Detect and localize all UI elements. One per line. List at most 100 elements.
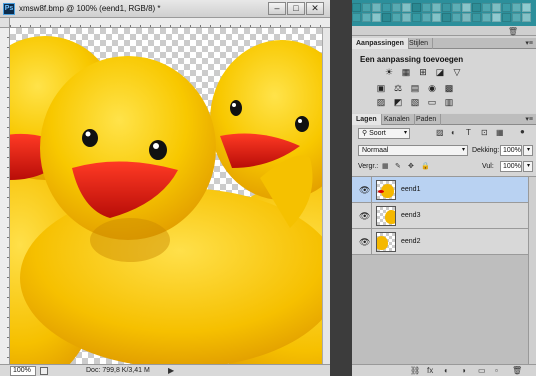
delete-layer-icon[interactable]: 🗑 xyxy=(512,366,522,375)
layer-row-eend2[interactable]: 👁 eend2 xyxy=(352,229,528,255)
layers-scrollbar[interactable] xyxy=(528,177,536,364)
opacity-dropdown[interactable]: ▾ xyxy=(523,145,533,156)
swatch[interactable] xyxy=(432,3,441,12)
exposure-icon[interactable]: ◪ xyxy=(435,67,445,77)
swatch[interactable] xyxy=(362,3,371,12)
hue-saturation-icon[interactable]: ▣ xyxy=(376,83,386,93)
fill-field[interactable]: 100% xyxy=(500,161,522,172)
tab-stijlen[interactable]: Stijlen xyxy=(405,38,434,49)
swatch[interactable] xyxy=(432,13,441,22)
swatch[interactable] xyxy=(522,13,531,22)
fx-icon[interactable]: fx xyxy=(427,366,433,375)
swatch[interactable] xyxy=(402,13,411,22)
swatch[interactable] xyxy=(442,3,451,12)
group-icon[interactable]: ▭ xyxy=(478,366,486,375)
filter-toggle-icon[interactable]: ● xyxy=(520,127,525,136)
shape-filter-icon[interactable]: ⊡ xyxy=(481,128,488,137)
levels-icon[interactable]: ▦ xyxy=(401,67,411,77)
eye-icon[interactable]: 👁 xyxy=(359,185,370,196)
panel-menu-icon[interactable]: ▾≡ xyxy=(525,39,533,47)
color-balance-icon[interactable]: ⚖ xyxy=(393,83,403,93)
swatch[interactable] xyxy=(372,13,381,22)
brightness-contrast-icon[interactable]: ☀ xyxy=(384,67,394,77)
tab-lagen[interactable]: Lagen xyxy=(352,114,382,125)
adjustment-filter-icon[interactable]: ◐ xyxy=(451,128,456,137)
swatch[interactable] xyxy=(442,13,451,22)
swatch[interactable] xyxy=(372,3,381,12)
minimize-button[interactable]: – xyxy=(268,2,286,15)
lock-transparency-icon[interactable]: ▦ xyxy=(382,162,389,170)
swatch[interactable] xyxy=(452,3,461,12)
lock-pixels-icon[interactable]: ✎ xyxy=(395,162,401,170)
channel-mixer-icon[interactable]: ▩ xyxy=(444,83,454,93)
status-menu-arrow-icon[interactable]: ▶ xyxy=(168,366,174,375)
invert-icon[interactable]: ▨ xyxy=(376,97,386,107)
tab-kanalen[interactable]: Kanalen xyxy=(380,114,415,125)
swatch[interactable] xyxy=(392,13,401,22)
eye-icon[interactable]: 👁 xyxy=(359,237,370,248)
swatch[interactable] xyxy=(412,3,421,12)
layer-row-eend3[interactable]: 👁 eend3 xyxy=(352,203,528,229)
posterize-icon[interactable]: ◩ xyxy=(393,97,403,107)
swatch[interactable] xyxy=(352,13,361,22)
add-mask-icon[interactable]: ◐ xyxy=(444,366,449,375)
vertical-ruler[interactable] xyxy=(0,28,10,364)
swatch[interactable] xyxy=(522,3,531,12)
pixel-layer-filter-icon[interactable]: ▨ xyxy=(436,128,444,137)
swatch[interactable] xyxy=(422,3,431,12)
link-layers-icon[interactable]: ⛓ xyxy=(410,366,420,375)
swatch[interactable] xyxy=(452,13,461,22)
swatch[interactable] xyxy=(482,13,491,22)
opacity-field[interactable]: 100% xyxy=(500,145,522,156)
layer-filter-select[interactable]: ⚲ Soort ▾ xyxy=(358,128,410,139)
swatch[interactable] xyxy=(402,3,411,12)
eye-icon[interactable]: 👁 xyxy=(359,211,370,222)
zoom-level-field[interactable]: 100% xyxy=(10,366,36,376)
lock-all-icon[interactable]: 🔒 xyxy=(421,162,430,170)
swatch[interactable] xyxy=(382,13,391,22)
swatch[interactable] xyxy=(382,3,391,12)
swatch[interactable] xyxy=(512,3,521,12)
photo-filter-icon[interactable]: ◉ xyxy=(427,83,437,93)
gradient-map-icon[interactable]: ▭ xyxy=(427,97,437,107)
swatches-panel[interactable] xyxy=(352,0,536,26)
tab-aanpassingen[interactable]: Aanpassingen xyxy=(352,38,409,49)
layers-panel-menu-icon[interactable]: ▾≡ xyxy=(525,115,533,123)
lock-position-icon[interactable]: ✥ xyxy=(408,162,414,170)
trash-icon[interactable]: 🗑 xyxy=(508,27,518,36)
layer-row-eend1[interactable]: 👁 eend1 xyxy=(352,177,528,203)
vibrance-icon[interactable]: ▽ xyxy=(452,67,462,77)
swatch[interactable] xyxy=(492,3,501,12)
swatch[interactable] xyxy=(392,3,401,12)
fill-dropdown[interactable]: ▾ xyxy=(523,161,533,172)
swatch[interactable] xyxy=(352,3,361,12)
smart-object-filter-icon[interactable]: ▦ xyxy=(496,128,504,137)
threshold-icon[interactable]: ▧ xyxy=(410,97,420,107)
close-button[interactable]: ✕ xyxy=(306,2,324,15)
horizontal-ruler[interactable] xyxy=(10,18,330,28)
blend-mode-select[interactable]: Normaal ▾ xyxy=(358,145,468,156)
swatch[interactable] xyxy=(502,13,511,22)
ruler-corner[interactable] xyxy=(0,18,10,28)
document-title-bar[interactable]: Ps xmsw8f.bmp @ 100% (eend1, RGB/8) * – … xyxy=(0,0,330,18)
swatch[interactable] xyxy=(462,13,471,22)
swatch[interactable] xyxy=(462,3,471,12)
curves-icon[interactable]: ⊞ xyxy=(418,67,428,77)
vertical-scrollbar[interactable] xyxy=(322,28,330,364)
swatch[interactable] xyxy=(472,13,481,22)
adjustment-layer-icon[interactable]: ◑ xyxy=(461,366,466,375)
swatch[interactable] xyxy=(422,13,431,22)
swatch[interactable] xyxy=(412,13,421,22)
swatch[interactable] xyxy=(472,3,481,12)
swatch[interactable] xyxy=(362,13,371,22)
swatch[interactable] xyxy=(512,13,521,22)
status-export-icon[interactable] xyxy=(40,367,48,375)
swatch[interactable] xyxy=(482,3,491,12)
selective-color-icon[interactable]: ▥ xyxy=(444,97,454,107)
type-filter-icon[interactable]: T xyxy=(466,128,471,137)
tab-paden[interactable]: Paden xyxy=(412,114,442,125)
maximize-button[interactable]: □ xyxy=(287,2,305,15)
black-white-icon[interactable]: ▤ xyxy=(410,83,420,93)
new-layer-icon[interactable]: ▫ xyxy=(495,366,498,375)
swatch[interactable] xyxy=(502,3,511,12)
